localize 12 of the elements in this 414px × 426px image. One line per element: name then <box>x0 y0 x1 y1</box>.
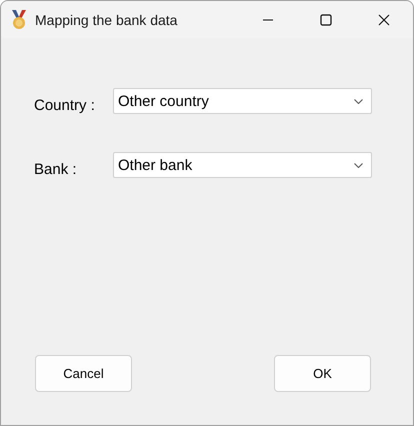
ok-button[interactable]: OK <box>274 355 371 392</box>
chevron-down-icon <box>354 98 363 104</box>
medal-icon <box>10 10 28 30</box>
field-label: Bank : <box>34 160 78 178</box>
window-title: Mapping the bank data <box>35 12 178 28</box>
field-label: Country : <box>34 96 96 114</box>
chevron-down-icon <box>354 162 363 168</box>
cancel-button[interactable]: Cancel <box>35 355 132 392</box>
dropdown[interactable]: Other bank <box>113 152 372 178</box>
maximize-icon <box>320 14 332 26</box>
dropdown[interactable]: Other country <box>113 88 372 114</box>
close-icon <box>378 14 390 26</box>
